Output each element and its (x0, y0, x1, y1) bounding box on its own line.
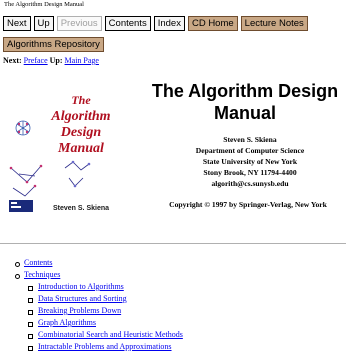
toc-sublink[interactable]: Data Structures and Sorting (38, 294, 127, 303)
page-title: The Algorithm Design Manual (151, 81, 339, 123)
toc-sublink[interactable]: Introduction to Algorithms (38, 282, 124, 291)
book-cover-image: The Algorithm Design Manual Steven S. Sk… (5, 78, 113, 218)
cover-title-line: The (71, 93, 91, 107)
toc-item: Contents (12, 257, 183, 269)
navigation-bar-secondary: Algorithms Repository (3, 37, 104, 52)
lecture-notes-button[interactable]: Lecture Notes (240, 16, 308, 31)
toc-link-techniques[interactable]: Techniques (24, 270, 60, 279)
divider (0, 243, 346, 244)
author-info: Steven S. Skiena Department of Computer S… (160, 134, 340, 189)
author-name: Steven S. Skiena (223, 135, 277, 144)
toc-sublink[interactable]: Combinatorial Search and Heuristic Metho… (38, 330, 183, 339)
table-of-contents: Contents Techniques Introduction to Algori… (12, 257, 183, 353)
copyright-notice: Copyright © 1997 by Springer-Verlag, New… (169, 200, 327, 209)
main-page-link[interactable]: Main Page (65, 56, 99, 65)
toc-subitem: Intractable Problems and Approximations (12, 341, 183, 353)
up-label: Up: (49, 56, 63, 65)
toc-subitem: Data Structures and Sorting (12, 293, 183, 305)
toc-subitem: Introduction to Algorithms (12, 281, 183, 293)
author-affiliation-line: Department of Computer Science (195, 146, 305, 155)
toc-sublink[interactable]: Intractable Problems and Approximations (38, 342, 172, 351)
next-up-links: Next: Preface Up: Main Page (3, 56, 99, 65)
preface-link[interactable]: Preface (24, 56, 48, 65)
toc-item: Techniques (12, 269, 183, 281)
toc-subitem: Breaking Problems Down (12, 305, 183, 317)
previous-button: Previous (56, 16, 102, 31)
cd-home-button[interactable]: CD Home (187, 16, 238, 31)
toc-sublink[interactable]: Breaking Problems Down (38, 306, 121, 315)
author-affiliation-line: Stony Brook, NY 11794-4400 (203, 168, 297, 177)
next-button[interactable]: Next (3, 16, 31, 31)
author-email: algorith@cs.sunysb.edu (211, 179, 289, 188)
index-button[interactable]: Index (153, 16, 185, 31)
toc-subitem: Graph Algorithms (12, 317, 183, 329)
algorithms-repository-button[interactable]: Algorithms Repository (3, 37, 104, 52)
author-affiliation-line: State University of New York (202, 157, 298, 166)
navigation-bar: Next Up Previous Contents Index CD Home Lectur… (3, 16, 308, 31)
window-title: The Algorithm Design Manual (4, 1, 84, 8)
cover-title-line: Design (60, 125, 102, 140)
toc-subitem: Combinatorial Search and Heuristic Metho… (12, 329, 183, 341)
toc-link-contents[interactable]: Contents (24, 258, 52, 267)
cover-title-line: Algorithm (50, 109, 110, 124)
cover-title-line: Manual (57, 141, 104, 156)
contents-button[interactable]: Contents (104, 16, 151, 31)
book-cover-illustration: The Algorithm Design Manual Steven S. Sk… (5, 78, 113, 218)
cover-author: Steven S. Skiena (53, 205, 109, 212)
up-button[interactable]: Up (33, 16, 54, 31)
toc-sublink[interactable]: Graph Algorithms (38, 318, 96, 327)
next-label: Next: (3, 56, 22, 65)
